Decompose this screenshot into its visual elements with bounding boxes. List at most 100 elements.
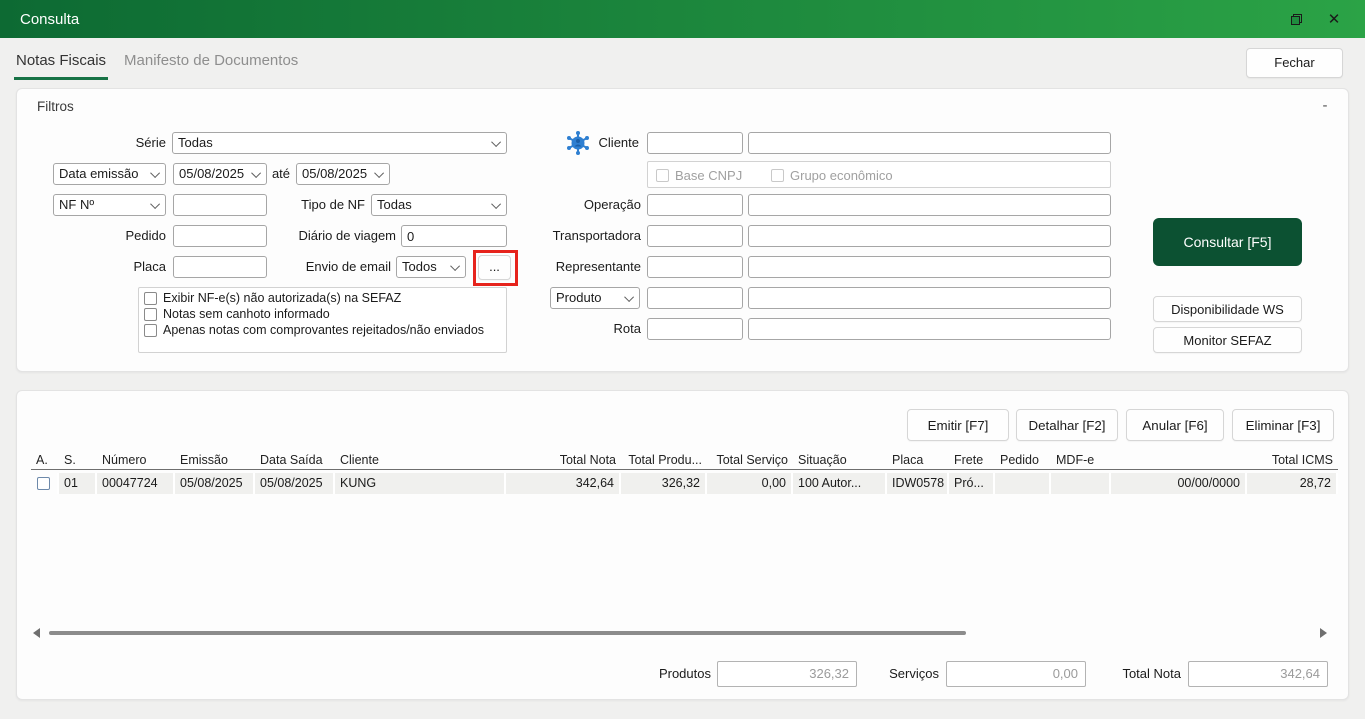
rota-code-input[interactable] — [647, 318, 743, 340]
checkbox-comprovantes-rejeitados[interactable]: Apenas notas com comprovantes rejeitados… — [144, 323, 484, 337]
fechar-button[interactable]: Fechar — [1246, 48, 1343, 78]
col-header-pedido[interactable]: Pedido — [995, 453, 1051, 467]
cell-placa: IDW0578 — [887, 473, 949, 494]
titlebar: Consulta ✕ — [0, 0, 1365, 38]
pedido-input[interactable] — [173, 225, 267, 247]
col-header-cliente[interactable]: Cliente — [335, 453, 506, 467]
operacao-name-input[interactable] — [748, 194, 1111, 216]
eliminar-button[interactable]: Eliminar [F3] — [1232, 409, 1334, 441]
col-header-a[interactable]: A. — [31, 453, 59, 467]
checkbox-icon[interactable] — [771, 169, 784, 182]
checkbox-icon[interactable] — [144, 324, 157, 337]
scroll-left-icon[interactable] — [33, 628, 40, 638]
col-header-mdfe[interactable]: MDF-e — [1051, 453, 1111, 467]
cell-data-saida: 05/08/2025 — [255, 473, 335, 494]
restore-icon — [1290, 13, 1303, 26]
placa-label: Placa — [77, 256, 166, 278]
envio-email-more-button[interactable]: ... — [478, 255, 511, 280]
checkbox-base-cnpj[interactable]: Base CNPJ — [656, 168, 742, 183]
col-header-blank — [1111, 453, 1247, 467]
row-checkbox[interactable] — [37, 477, 50, 490]
cell-total-produtos: 326,32 — [621, 473, 707, 494]
diario-viagem-label: Diário de viagem — [287, 225, 396, 247]
col-header-total-nota[interactable]: Total Nota — [506, 453, 621, 467]
col-header-total-produtos[interactable]: Total Produ... — [621, 453, 707, 467]
produto-name-input[interactable] — [748, 287, 1111, 309]
placa-input[interactable] — [173, 256, 267, 278]
serie-label: Série — [57, 132, 166, 154]
produto-type-select[interactable]: Produto — [550, 287, 640, 309]
representante-name-input[interactable] — [748, 256, 1111, 278]
disponibilidade-ws-button[interactable]: Disponibilidade WS — [1153, 296, 1302, 322]
monitor-sefaz-button[interactable]: Monitor SEFAZ — [1153, 327, 1302, 353]
checkbox-icon[interactable] — [144, 292, 157, 305]
col-header-total-servico[interactable]: Total Serviço — [707, 453, 793, 467]
diario-viagem-input[interactable] — [401, 225, 507, 247]
transportadora-name-input[interactable] — [748, 225, 1111, 247]
envio-email-select[interactable]: Todos — [396, 256, 466, 278]
col-header-situacao[interactable]: Situação — [793, 453, 887, 467]
total-nota-field: 342,64 — [1188, 661, 1328, 687]
table-row[interactable]: 01 00047724 05/08/2025 05/08/2025 KUNG 3… — [31, 473, 1338, 494]
tab-manifesto-documentos[interactable]: Manifesto de Documentos — [122, 48, 300, 80]
col-header-frete[interactable]: Frete — [949, 453, 995, 467]
cell-total-servico: 0,00 — [707, 473, 793, 494]
rota-name-input[interactable] — [748, 318, 1111, 340]
cell-pedido — [995, 473, 1051, 494]
anular-button[interactable]: Anular [F6] — [1126, 409, 1224, 441]
tipo-nf-label: Tipo de NF — [287, 194, 365, 216]
tab-notas-fiscais[interactable]: Notas Fiscais — [14, 48, 108, 80]
servicos-total-field: 0,00 — [946, 661, 1086, 687]
col-header-data-saida[interactable]: Data Saída — [255, 453, 335, 467]
representante-label: Representante — [537, 256, 641, 278]
checkbox-icon[interactable] — [656, 169, 669, 182]
filters-title: Filtros — [37, 99, 74, 114]
emitir-button[interactable]: Emitir [F7] — [907, 409, 1009, 441]
representante-code-input[interactable] — [647, 256, 743, 278]
close-window-button[interactable]: ✕ — [1311, 0, 1357, 38]
serie-select[interactable]: Todas — [172, 132, 507, 154]
tipo-nf-select[interactable]: Todas — [371, 194, 507, 216]
date-from-picker[interactable]: 05/08/2025 — [173, 163, 267, 185]
pedido-label: Pedido — [77, 225, 166, 247]
produto-code-input[interactable] — [647, 287, 743, 309]
operacao-code-input[interactable] — [647, 194, 743, 216]
consultar-button[interactable]: Consultar [F5] — [1153, 218, 1302, 266]
transportadora-code-input[interactable] — [647, 225, 743, 247]
cliente-code-input[interactable] — [647, 132, 743, 154]
results-panel: Emitir [F7] Detalhar [F2] Anular [F6] El… — [16, 390, 1349, 700]
checkbox-grupo-economico[interactable]: Grupo econômico — [771, 168, 893, 183]
operacao-label: Operação — [537, 194, 641, 216]
detalhar-button[interactable]: Detalhar [F2] — [1016, 409, 1118, 441]
produtos-total-field: 326,32 — [717, 661, 857, 687]
nf-number-type-select[interactable]: NF Nº — [53, 194, 166, 216]
col-header-emissao[interactable]: Emissão — [175, 453, 255, 467]
cliente-label: Cliente — [577, 132, 639, 154]
nf-number-input[interactable] — [173, 194, 267, 216]
produtos-total-label: Produtos — [647, 661, 711, 687]
cliente-name-input[interactable] — [748, 132, 1111, 154]
scroll-right-icon[interactable] — [1320, 628, 1327, 638]
cell-cliente: KUNG — [335, 473, 506, 494]
close-icon: ✕ — [1328, 10, 1341, 28]
date-to-picker[interactable]: 05/08/2025 — [296, 163, 390, 185]
envio-email-label: Envio de email — [281, 256, 391, 278]
collapse-filters-button[interactable]: - — [1317, 97, 1333, 114]
cell-data-extra: 00/00/0000 — [1111, 473, 1247, 494]
cell-emissao: 05/08/2025 — [175, 473, 255, 494]
date-type-select[interactable]: Data emissão — [53, 163, 166, 185]
cell-numero: 00047724 — [97, 473, 175, 494]
checkbox-icon[interactable] — [144, 308, 157, 321]
cell-s: 01 — [59, 473, 97, 494]
cell-situacao: 100 Autor... — [793, 473, 887, 494]
cell-mdfe — [1051, 473, 1111, 494]
col-header-numero[interactable]: Número — [97, 453, 175, 467]
horizontal-scrollbar[interactable] — [49, 631, 966, 635]
col-header-total-icms[interactable]: Total ICMS — [1247, 453, 1338, 467]
checkbox-sem-canhoto[interactable]: Notas sem canhoto informado — [144, 307, 330, 321]
tab-bar: Notas Fiscais Manifesto de Documentos — [14, 48, 300, 80]
col-header-s[interactable]: S. — [59, 453, 97, 467]
row-select-cell[interactable] — [31, 473, 59, 494]
checkbox-nfe-nao-autorizada[interactable]: Exibir NF-e(s) não autorizada(s) na SEFA… — [144, 291, 401, 305]
col-header-placa[interactable]: Placa — [887, 453, 949, 467]
